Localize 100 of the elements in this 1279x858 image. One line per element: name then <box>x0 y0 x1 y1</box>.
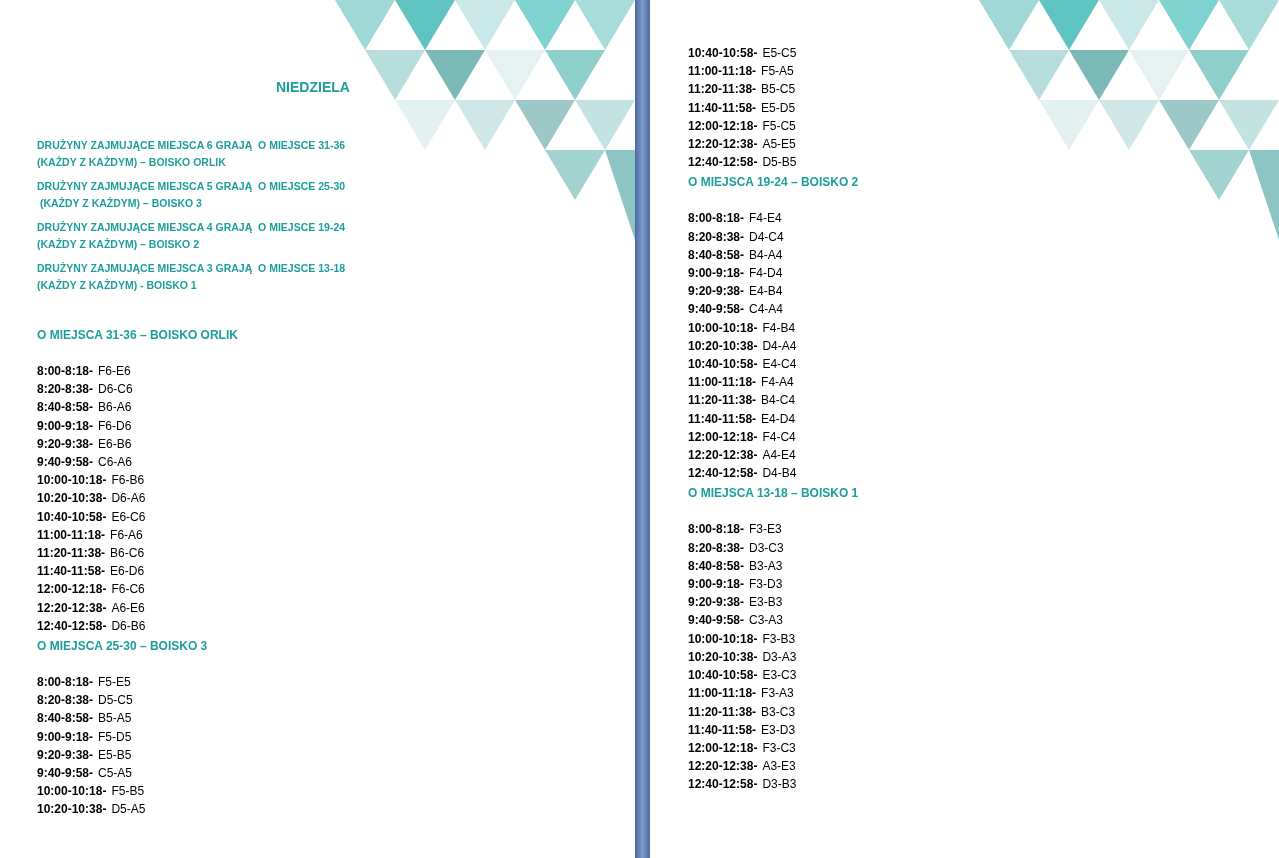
match-time: 10:00-10:18- <box>37 783 107 801</box>
match-teams: B6-C6 <box>110 545 145 563</box>
match-time: 8:00-8:18- <box>688 210 745 228</box>
match-teams: F4-B4 <box>762 319 796 337</box>
match-time: 9:00-9:18- <box>688 576 745 594</box>
match-time: 9:20-9:38- <box>37 746 94 764</box>
match-teams: F5-D5 <box>98 728 132 746</box>
match-time: 8:20-8:38- <box>37 381 94 399</box>
match-time: 11:40-11:58- <box>688 99 757 117</box>
match-time: 12:00-12:18- <box>688 428 758 446</box>
match-teams: F4-A4 <box>761 374 794 392</box>
match-teams: A5-E5 <box>762 136 796 153</box>
match-teams: B4-C4 <box>761 392 796 410</box>
match-time: 11:20-11:38- <box>37 545 106 563</box>
match-time: 11:00-11:18- <box>688 63 757 81</box>
match-teams: B5-C5 <box>761 81 796 99</box>
section-heading: O MIEJSCA 31-36 – BOISKO ORLIK <box>37 327 238 344</box>
match-teams: D3-A3 <box>762 648 797 666</box>
match-time: 11:00-11:18- <box>688 685 757 703</box>
match-teams: C6-A6 <box>98 454 133 471</box>
match-teams: D4-B4 <box>762 465 797 483</box>
match-teams: F3-B3 <box>762 630 796 648</box>
match-time: 12:20-12:38- <box>688 136 758 153</box>
match-time: 10:00-10:18- <box>688 319 758 337</box>
intro-paragraph: DRUŻYNY ZAJMUJĄCE MIEJSCA 4 GRAJĄ O MIEJSCE 19-24 (KAŻDY Z KAŻDYM) – BOISKO 2 <box>37 220 346 252</box>
match-teams: E5-C5 <box>762 45 797 62</box>
match-teams: D5-B5 <box>762 154 797 172</box>
match-time: 8:00-8:18- <box>37 674 94 692</box>
match-teams: A3-E3 <box>762 758 796 776</box>
match-time: 8:40-8:58- <box>37 710 94 728</box>
match-teams: F3-C3 <box>762 739 796 757</box>
match-teams: F5-E5 <box>98 674 131 692</box>
match-time: 10:40-10:58- <box>688 356 758 374</box>
match-teams: F4-C4 <box>762 428 796 446</box>
match-time: 12:00-12:18- <box>37 581 107 599</box>
match-teams: D6-A6 <box>111 490 146 508</box>
match-time: 12:20-12:38- <box>37 599 107 617</box>
match-teams: C4-A4 <box>749 301 784 319</box>
match-time: 9:00-9:18- <box>37 417 94 435</box>
match-time: 11:40-11:58- <box>37 563 106 581</box>
intro-paragraph: DRUŻYNY ZAJMUJĄCE MIEJSCA 5 GRAJĄ O MIEJSCE 25-30 (KAŻDY Z KAŻDYM) – BOISKO 3 <box>37 179 346 211</box>
match-teams: F6-B6 <box>111 472 145 490</box>
match-teams: B3-A3 <box>749 557 783 575</box>
intro-paragraph: DRUŻYNY ZAJMUJĄCE MIEJSCA 3 GRAJĄ O MIEJSCE 13-18 (KAŻDY Z KAŻDYM) - BOISKO 1 <box>37 261 346 293</box>
match-teams: E3-C3 <box>762 667 797 685</box>
match-time: 9:40-9:58- <box>688 612 745 630</box>
match-teams: E4-B4 <box>749 283 783 301</box>
match-teams: F4-E4 <box>749 210 782 228</box>
match-teams: D3-B3 <box>762 776 797 794</box>
match-teams: E5-D5 <box>761 99 796 117</box>
match-time: 8:20-8:38- <box>688 539 745 557</box>
match-time: 12:00-12:18- <box>688 117 758 135</box>
match-time: 8:00-8:18- <box>688 521 745 539</box>
match-time: 12:40-12:58- <box>688 465 758 483</box>
match-time: 9:20-9:38- <box>688 594 745 612</box>
match-time: 8:40-8:58- <box>37 399 94 417</box>
match-time: 11:00-11:18- <box>37 526 106 544</box>
match-time: 10:20-10:38- <box>688 337 758 355</box>
match-time: 10:00-10:18- <box>37 472 107 490</box>
match-teams: B6-A6 <box>98 399 132 417</box>
match-time: 10:40-10:58- <box>37 508 107 526</box>
match-teams: F6-C6 <box>111 581 145 599</box>
match-time: 10:20-10:38- <box>37 801 107 819</box>
match-time: 8:40-8:58- <box>688 246 745 264</box>
match-time: 9:20-9:38- <box>37 435 94 453</box>
match-time: 11:00-11:18- <box>688 374 757 392</box>
match-time: 9:40-9:58- <box>688 301 745 319</box>
match-teams: C5-A5 <box>98 765 133 783</box>
section-heading: O MIEJSCA 19-24 – BOISKO 2 <box>688 174 859 192</box>
match-time: 11:40-11:58- <box>688 410 757 428</box>
match-teams: C3-A3 <box>749 612 784 630</box>
match-time: 12:40-12:58- <box>688 776 758 794</box>
match-teams: D6-B6 <box>111 617 146 635</box>
match-teams: F5-B5 <box>111 783 145 801</box>
match-teams: B4-A4 <box>749 246 783 264</box>
match-teams: B3-C3 <box>761 703 796 721</box>
match-teams: D4-C4 <box>749 228 784 246</box>
match-teams: F3-D3 <box>749 576 783 594</box>
match-teams: F5-A5 <box>761 63 794 81</box>
match-teams: F5-C5 <box>762 117 796 135</box>
intro-paragraph: DRUŻYNY ZAJMUJĄCE MIEJSCA 6 GRAJĄ O MIEJSCE 31-36 (KAŻDY Z KAŻDYM) – BOISKO ORLIK <box>37 138 346 170</box>
match-teams: D5-C5 <box>98 692 133 710</box>
page-title: NIEDZIELA <box>276 78 350 96</box>
match-teams: E6-C6 <box>111 508 146 526</box>
match-teams: F3-E3 <box>749 521 782 539</box>
match-teams: E6-D6 <box>110 563 145 581</box>
match-time: 8:40-8:58- <box>688 557 745 575</box>
match-time: 12:20-12:38- <box>688 447 758 465</box>
match-teams: F3-A3 <box>761 685 794 703</box>
match-teams: D6-C6 <box>98 381 133 399</box>
section-heading: O MIEJSCA 13-18 – BOISKO 1 <box>688 485 859 503</box>
match-teams: E3-B3 <box>749 594 783 612</box>
match-teams: F6-E6 <box>98 363 131 380</box>
match-teams: B5-A5 <box>98 710 132 728</box>
match-time: 10:20-10:38- <box>37 490 107 508</box>
match-time: 9:00-9:18- <box>37 728 94 746</box>
section-heading: O MIEJSCA 25-30 – BOISKO 3 <box>37 638 208 656</box>
match-teams: E3-D3 <box>761 721 796 739</box>
match-time: 11:20-11:38- <box>688 81 757 99</box>
match-time: 10:40-10:58- <box>688 45 758 62</box>
